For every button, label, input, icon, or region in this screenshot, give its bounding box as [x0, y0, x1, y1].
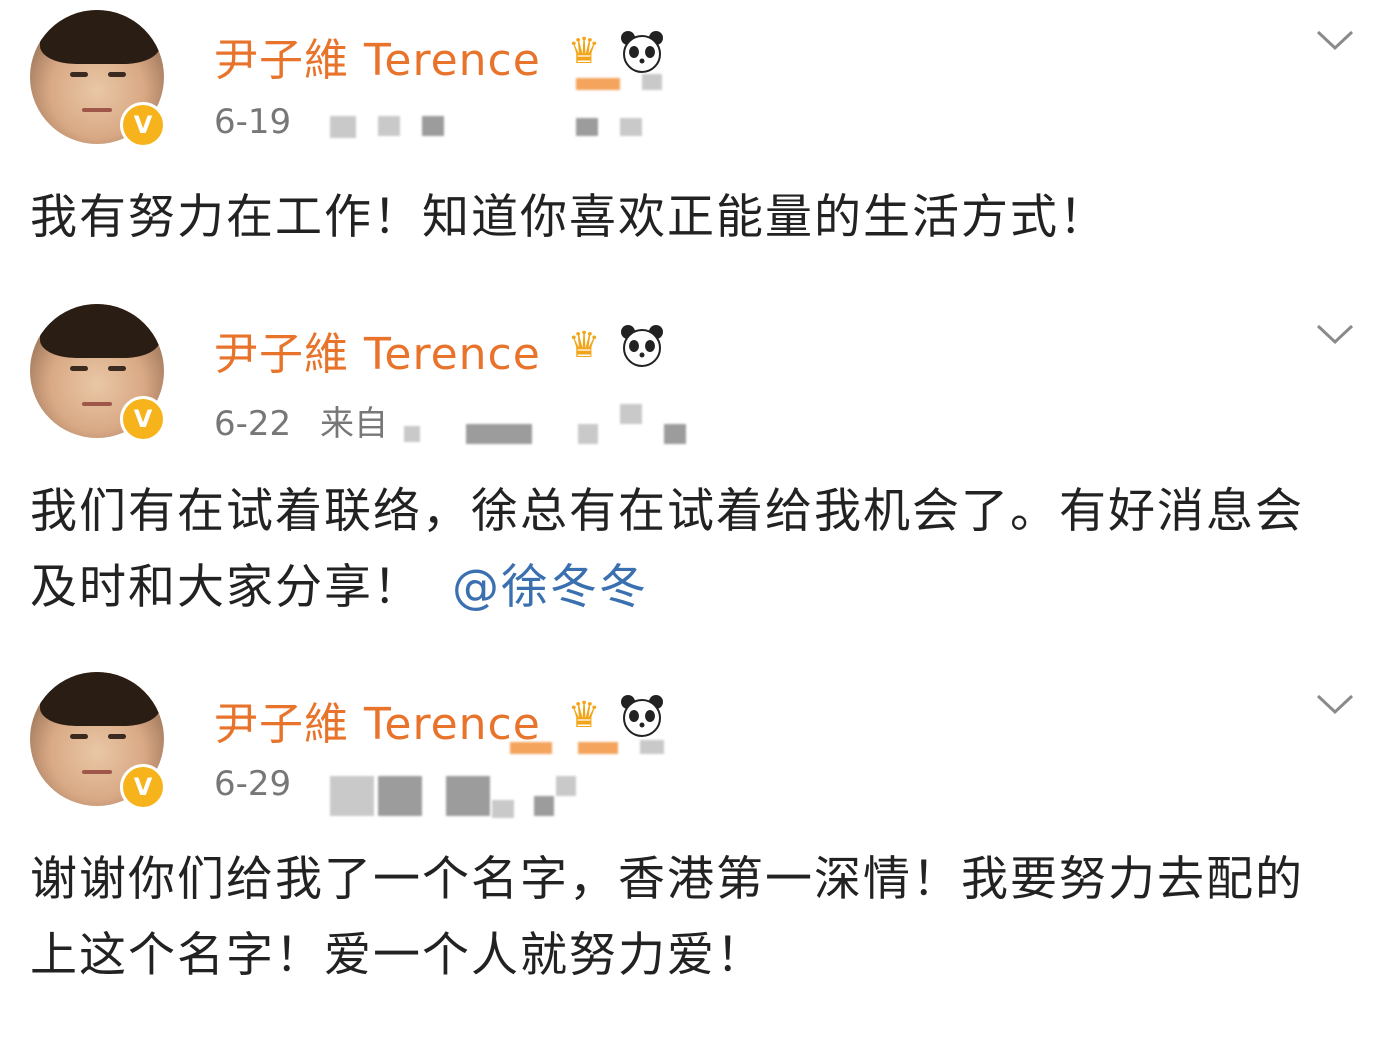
weibo-feed: V 尹子維 Terence ♛ 6-19 我有努力在工作！知道你喜欢正能量的生活…: [0, 0, 1394, 1044]
verified-icon: V: [120, 396, 166, 442]
panda-icon[interactable]: [618, 322, 666, 370]
crown-icon[interactable]: ♛: [562, 324, 606, 368]
verified-icon: V: [120, 764, 166, 810]
avatar[interactable]: V: [30, 10, 166, 148]
panda-icon[interactable]: [618, 692, 666, 740]
avatar[interactable]: V: [30, 672, 166, 810]
post-source: 来自: [319, 404, 388, 444]
post-body: 谢谢你们给我了一个名字，香港第一深情！我要努力去配的上这个名字！爱一个人就努力爱…: [30, 852, 1304, 983]
verified-icon: V: [120, 102, 166, 148]
chevron-down-icon[interactable]: [1316, 22, 1354, 60]
crown-icon[interactable]: ♛: [562, 694, 606, 738]
author-name[interactable]: 尹子維 Terence: [214, 24, 541, 88]
post-body: 我有努力在工作！知道你喜欢正能量的生活方式！: [30, 190, 1108, 245]
post-date[interactable]: 6-29: [214, 764, 291, 804]
author-name[interactable]: 尹子維 Terence: [214, 688, 541, 752]
author-name[interactable]: 尹子維 Terence: [214, 318, 541, 382]
post-date[interactable]: 6-19: [214, 102, 291, 142]
post-text: 谢谢你们给我了一个名字，香港第一深情！我要努力去配的上这个名字！爱一个人就努力爱…: [30, 842, 1350, 994]
post-text: 我有努力在工作！知道你喜欢正能量的生活方式！: [30, 180, 1350, 256]
post-body: 我们有在试着联络，徐总有在试着给我机会了。有好消息会及时和大家分享！: [30, 484, 1304, 615]
crown-icon[interactable]: ♛: [562, 30, 606, 74]
chevron-down-icon[interactable]: [1316, 686, 1354, 724]
avatar[interactable]: V: [30, 304, 166, 442]
chevron-down-icon[interactable]: [1316, 316, 1354, 354]
panda-icon[interactable]: [618, 28, 666, 76]
post-date[interactable]: 6-22 来自: [214, 396, 388, 445]
post-text: 我们有在试着联络，徐总有在试着给我机会了。有好消息会及时和大家分享！ @徐冬冬: [30, 474, 1350, 626]
post-date-value: 6-22: [214, 404, 292, 444]
mention-link[interactable]: @徐冬冬: [452, 560, 648, 615]
